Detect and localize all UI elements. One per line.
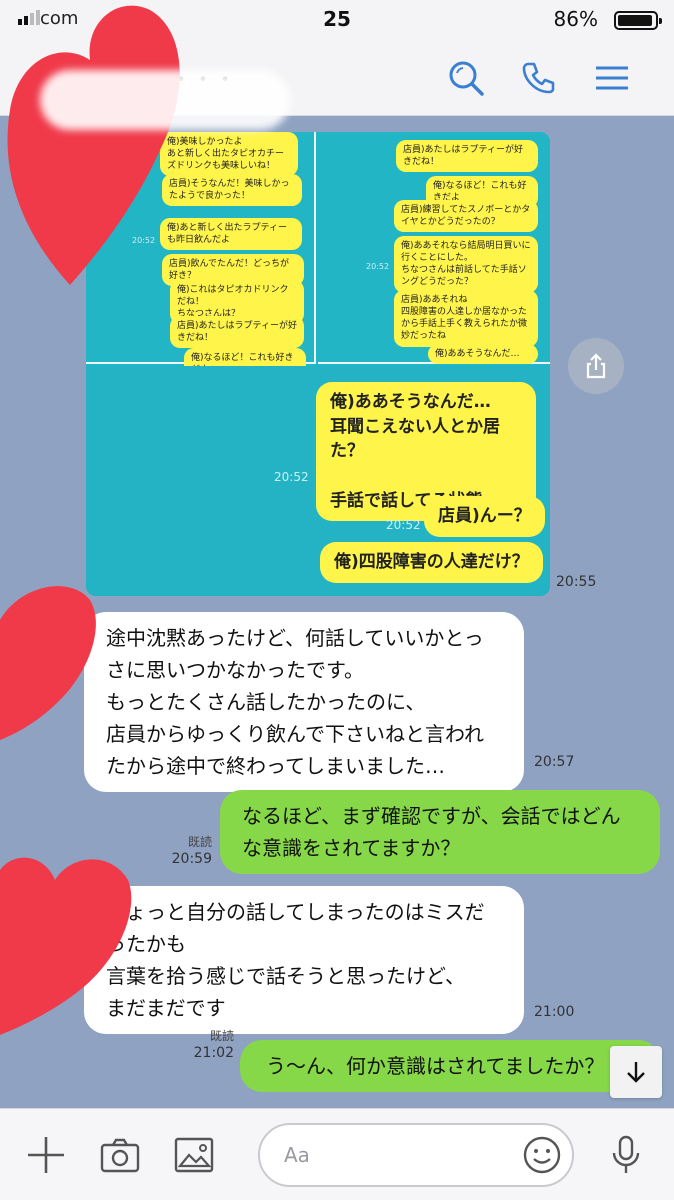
message-meta: 既読 21:02	[190, 1028, 234, 1062]
message-meta: 既読 20:59	[168, 834, 212, 868]
message-time: 20:57	[534, 754, 575, 770]
screenshot-bubble: 店員)あたしはラプティーが好きだね！	[396, 140, 538, 173]
received-message[interactable]: 途中沈黙あったけど、何話していいかとっさに思いつかなかったです。 もっとたくさん…	[84, 612, 524, 792]
scroll-down-button[interactable]	[610, 1046, 662, 1098]
read-receipt: 既読	[187, 835, 212, 849]
screenshot-bubble: 店員)ああそれね 四股障害の人達しか居なかったから手話上手く教えられたか微妙だっ…	[394, 290, 538, 347]
message-time: 21:02	[193, 1045, 234, 1061]
message-input-placeholder: Aa	[284, 1143, 310, 1167]
screenshot-timestamp: 20:52	[366, 262, 390, 271]
sent-message[interactable]: なるほど、まず確認ですが、会話ではどんな意識をされてますか？	[220, 790, 660, 874]
message-time: 20:55	[556, 574, 597, 590]
heart-sticker	[7, 5, 180, 285]
message-input-bar: Aa	[0, 1108, 674, 1200]
arrow-down-icon	[627, 1062, 645, 1083]
battery-icon	[614, 11, 662, 30]
camera-icon[interactable]	[98, 1133, 142, 1177]
screenshot-bubble: 俺)ああそうなんだ…	[428, 344, 538, 365]
share-icon	[586, 353, 606, 379]
screenshot-timestamp: 20:52	[274, 470, 309, 484]
emoji-icon[interactable]	[522, 1135, 562, 1175]
screenshot-timestamp: 20:52	[386, 518, 421, 532]
read-receipt: 既読	[209, 1029, 234, 1043]
sent-message[interactable]: う〜ん、何か意識はされてましたか？	[240, 1040, 660, 1092]
screenshot-bubble: 店員)練習してたスノボーとかタイヤとかどうだったの？	[394, 200, 538, 233]
screenshot-bubble: 店員)あたしはラプティーが好きだね！	[170, 316, 304, 349]
smudge-overlay	[40, 70, 290, 130]
plus-icon[interactable]	[24, 1133, 68, 1177]
phone-icon[interactable]	[516, 56, 560, 100]
menu-icon[interactable]	[590, 56, 634, 100]
screenshot-bubble: 店員)んー？	[424, 496, 545, 537]
microphone-icon[interactable]	[604, 1133, 648, 1177]
message-time: 20:59	[171, 851, 212, 867]
message-time: 21:00	[534, 1004, 575, 1020]
image-icon[interactable]	[172, 1133, 216, 1177]
screenshot-bubble: 俺)ああそれなら結局明日買いに行くことにした。 ちなつさんは前話してた手話ソング…	[394, 236, 538, 293]
received-message[interactable]: ちょっと自分の話してしまったのはミスだったかも 言葉を拾う感じで話そうと思ったけ…	[84, 886, 524, 1034]
message-input[interactable]: Aa	[258, 1123, 574, 1187]
search-icon[interactable]	[444, 56, 488, 100]
screenshot-bubble: 俺)四股障害の人達だけ？	[320, 542, 543, 583]
heart-sticker	[0, 857, 132, 1035]
share-button[interactable]	[568, 338, 624, 394]
screenshot-panel-top-right: 店員)あたしはラプティーが好きだね！ 俺)なるほど！これも好きだよ 店員)練習し…	[318, 132, 550, 365]
heart-sticker	[0, 586, 96, 740]
battery-percent: 86%	[553, 7, 598, 31]
screenshot-panel-bottom: 俺)ああそうなんだ… 耳聞こえない人とか居た？ 手話で話してる状態 20:52 …	[86, 366, 550, 596]
